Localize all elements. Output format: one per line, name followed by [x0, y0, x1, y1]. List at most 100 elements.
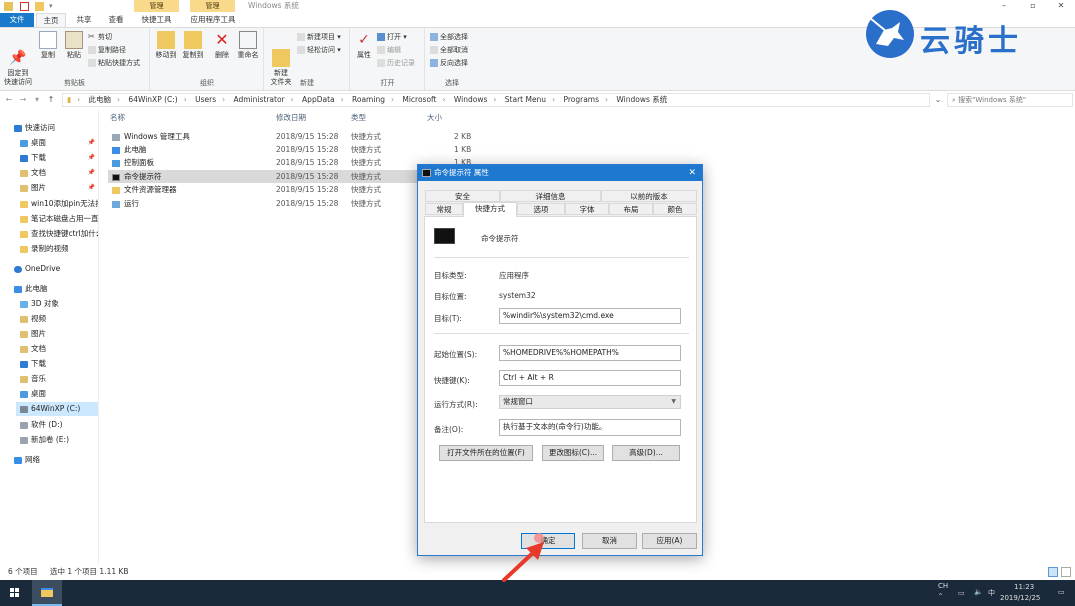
- column-name[interactable]: 名称: [110, 112, 125, 123]
- select-none-button[interactable]: 全部取消: [430, 45, 468, 55]
- large-icons-view-icon[interactable]: [1061, 567, 1071, 577]
- crumb[interactable]: Administrator: [234, 95, 285, 104]
- advanced-button[interactable]: 高级(D)...: [612, 445, 680, 461]
- select-all-button[interactable]: 全部选择: [430, 32, 468, 42]
- tab-share[interactable]: 共享: [70, 13, 98, 27]
- copy-button[interactable]: 复制: [36, 31, 60, 60]
- address-dropdown-icon[interactable]: ⌄: [933, 94, 943, 106]
- crumb[interactable]: Microsoft: [402, 95, 436, 104]
- nav-recent-item[interactable]: win10添加pin无法打: [20, 197, 98, 211]
- details-view-icon[interactable]: [1048, 567, 1058, 577]
- apply-button[interactable]: 应用(A): [642, 533, 697, 549]
- crumb[interactable]: Windows: [454, 95, 487, 104]
- nav-recent-item[interactable]: 录制的视频: [20, 242, 69, 256]
- nav-drive-e[interactable]: 新加卷 (E:): [20, 433, 69, 447]
- nav-pc-item[interactable]: 视频: [20, 312, 46, 326]
- nav-drive-c[interactable]: 64WinXP (C:): [16, 402, 98, 416]
- breadcrumb[interactable]: ▮ › 此电脑 › 64WinXP (C:) › Users › Administrat…: [62, 93, 930, 107]
- tray-arrow-icon[interactable]: ^: [938, 593, 943, 600]
- tab-options[interactable]: 选项: [517, 203, 565, 215]
- nav-recent-item[interactable]: 笔记本磁盘占用一直: [20, 212, 98, 226]
- volume-icon[interactable]: 🔈: [974, 588, 983, 596]
- nav-network[interactable]: 网络: [14, 453, 40, 467]
- clock-date[interactable]: 2019/12/25: [1000, 594, 1040, 602]
- delete-button[interactable]: ✕ 删除: [211, 31, 233, 60]
- start-button[interactable]: [0, 580, 30, 606]
- paste-shortcut-button[interactable]: 粘贴快捷方式: [88, 58, 140, 68]
- context-tab-manage-1[interactable]: 管理: [134, 0, 179, 12]
- history-button[interactable]: 历史记录: [377, 58, 415, 68]
- nav-pc-item[interactable]: 下载: [20, 357, 46, 371]
- new-item-button[interactable]: 新建项目 ▾: [297, 32, 341, 42]
- notifications-icon[interactable]: ▭: [1058, 588, 1065, 596]
- cut-button[interactable]: ✂ 剪切: [88, 32, 112, 42]
- tab-details[interactable]: 详细信息: [500, 190, 601, 202]
- clock-time[interactable]: 11:23: [1014, 583, 1034, 591]
- nav-pc-item[interactable]: 文档: [20, 342, 46, 356]
- tab-font[interactable]: 字体: [565, 203, 609, 215]
- tab-view[interactable]: 查看: [102, 13, 130, 27]
- nav-pinned-item[interactable]: 文档 📌: [20, 166, 98, 180]
- crumb[interactable]: Users: [195, 95, 216, 104]
- properties-quick-icon[interactable]: [20, 2, 29, 11]
- easy-access-button[interactable]: 轻松访问 ▾: [297, 45, 341, 55]
- nav-this-pc[interactable]: 此电脑: [14, 282, 48, 296]
- cancel-button[interactable]: 取消: [582, 533, 637, 549]
- search-input[interactable]: ⌕ 搜索"Windows 系统": [947, 93, 1073, 107]
- run-select[interactable]: 常规窗口 ▼: [499, 395, 681, 409]
- file-row[interactable]: Windows 管理工具 2018/9/15 15:28 快捷方式 2 KB: [108, 130, 474, 143]
- crumb[interactable]: Roaming: [352, 95, 385, 104]
- back-button[interactable]: ←: [4, 94, 14, 106]
- nav-pinned-item[interactable]: 图片 📌: [20, 181, 98, 195]
- nav-pinned-item[interactable]: 下载 📌: [20, 151, 98, 165]
- properties-button[interactable]: ✓ 属性: [353, 31, 375, 60]
- copy-path-button[interactable]: 复制路径: [88, 45, 126, 55]
- tab-previous-versions[interactable]: 以前的版本: [601, 190, 697, 202]
- edit-button[interactable]: 编辑: [377, 45, 401, 55]
- tab-shortcut-tools[interactable]: 快捷工具: [134, 13, 179, 27]
- paste-button[interactable]: 粘贴: [62, 31, 86, 60]
- rename-button[interactable]: 重命名: [235, 31, 261, 60]
- dialog-close-button[interactable]: ✕: [688, 165, 696, 181]
- invert-selection-button[interactable]: 反向选择: [430, 58, 468, 68]
- nav-drive-d[interactable]: 软件 (D:): [20, 418, 63, 432]
- crumb-current[interactable]: Windows 系统: [616, 95, 667, 104]
- taskbar-file-explorer[interactable]: [32, 580, 62, 606]
- customize-quick-access-icon[interactable]: ▾: [49, 2, 58, 11]
- crumb[interactable]: 64WinXP (C:): [128, 95, 177, 104]
- move-to-button[interactable]: 移动到: [153, 31, 179, 60]
- context-tab-manage-2[interactable]: 管理: [190, 0, 235, 12]
- target-field[interactable]: %windir%\system32\cmd.exe: [499, 308, 681, 324]
- tab-application-tools[interactable]: 应用程序工具: [186, 13, 240, 27]
- copy-to-button[interactable]: 复制到: [180, 31, 206, 60]
- tab-colors[interactable]: 颜色: [653, 203, 697, 215]
- tab-layout[interactable]: 布局: [609, 203, 653, 215]
- crumb[interactable]: Start Menu: [505, 95, 546, 104]
- crumb[interactable]: AppData: [302, 95, 335, 104]
- column-date[interactable]: 修改日期: [276, 112, 306, 123]
- nav-pc-item[interactable]: 音乐: [20, 372, 46, 386]
- open-file-location-button[interactable]: 打开文件所在的位置(F): [439, 445, 533, 461]
- open-button[interactable]: 打开 ▾: [377, 32, 407, 42]
- tab-home[interactable]: 主页: [36, 13, 66, 27]
- comment-field[interactable]: 执行基于文本的(命令行)功能。: [499, 419, 681, 436]
- network-tray-icon[interactable]: ▭: [958, 589, 965, 597]
- shortcut-key-field[interactable]: Ctrl + Alt + R: [499, 370, 681, 386]
- ime-mode-icon[interactable]: 中: [988, 588, 995, 598]
- crumb[interactable]: Programs: [563, 95, 599, 104]
- recent-locations-button[interactable]: ▾: [32, 94, 42, 106]
- forward-button[interactable]: →: [18, 94, 28, 106]
- tab-shortcut[interactable]: 快捷方式: [463, 202, 517, 217]
- ime-indicator[interactable]: CH: [938, 582, 948, 590]
- nav-onedrive[interactable]: OneDrive: [14, 262, 60, 276]
- new-folder-quick-icon[interactable]: [35, 2, 44, 11]
- nav-pc-item[interactable]: 3D 对象: [20, 297, 59, 311]
- nav-quick-access[interactable]: 快速访问: [14, 121, 55, 135]
- tab-file[interactable]: 文件: [0, 13, 34, 27]
- tab-general[interactable]: 常规: [425, 203, 463, 215]
- nav-recent-item[interactable]: 查找快捷键ctrl加什么: [20, 227, 98, 241]
- column-type[interactable]: 类型: [351, 112, 366, 123]
- tab-security[interactable]: 安全: [425, 190, 500, 202]
- crumb[interactable]: 此电脑: [89, 95, 112, 104]
- start-in-field[interactable]: %HOMEDRIVE%%HOMEPATH%: [499, 345, 681, 361]
